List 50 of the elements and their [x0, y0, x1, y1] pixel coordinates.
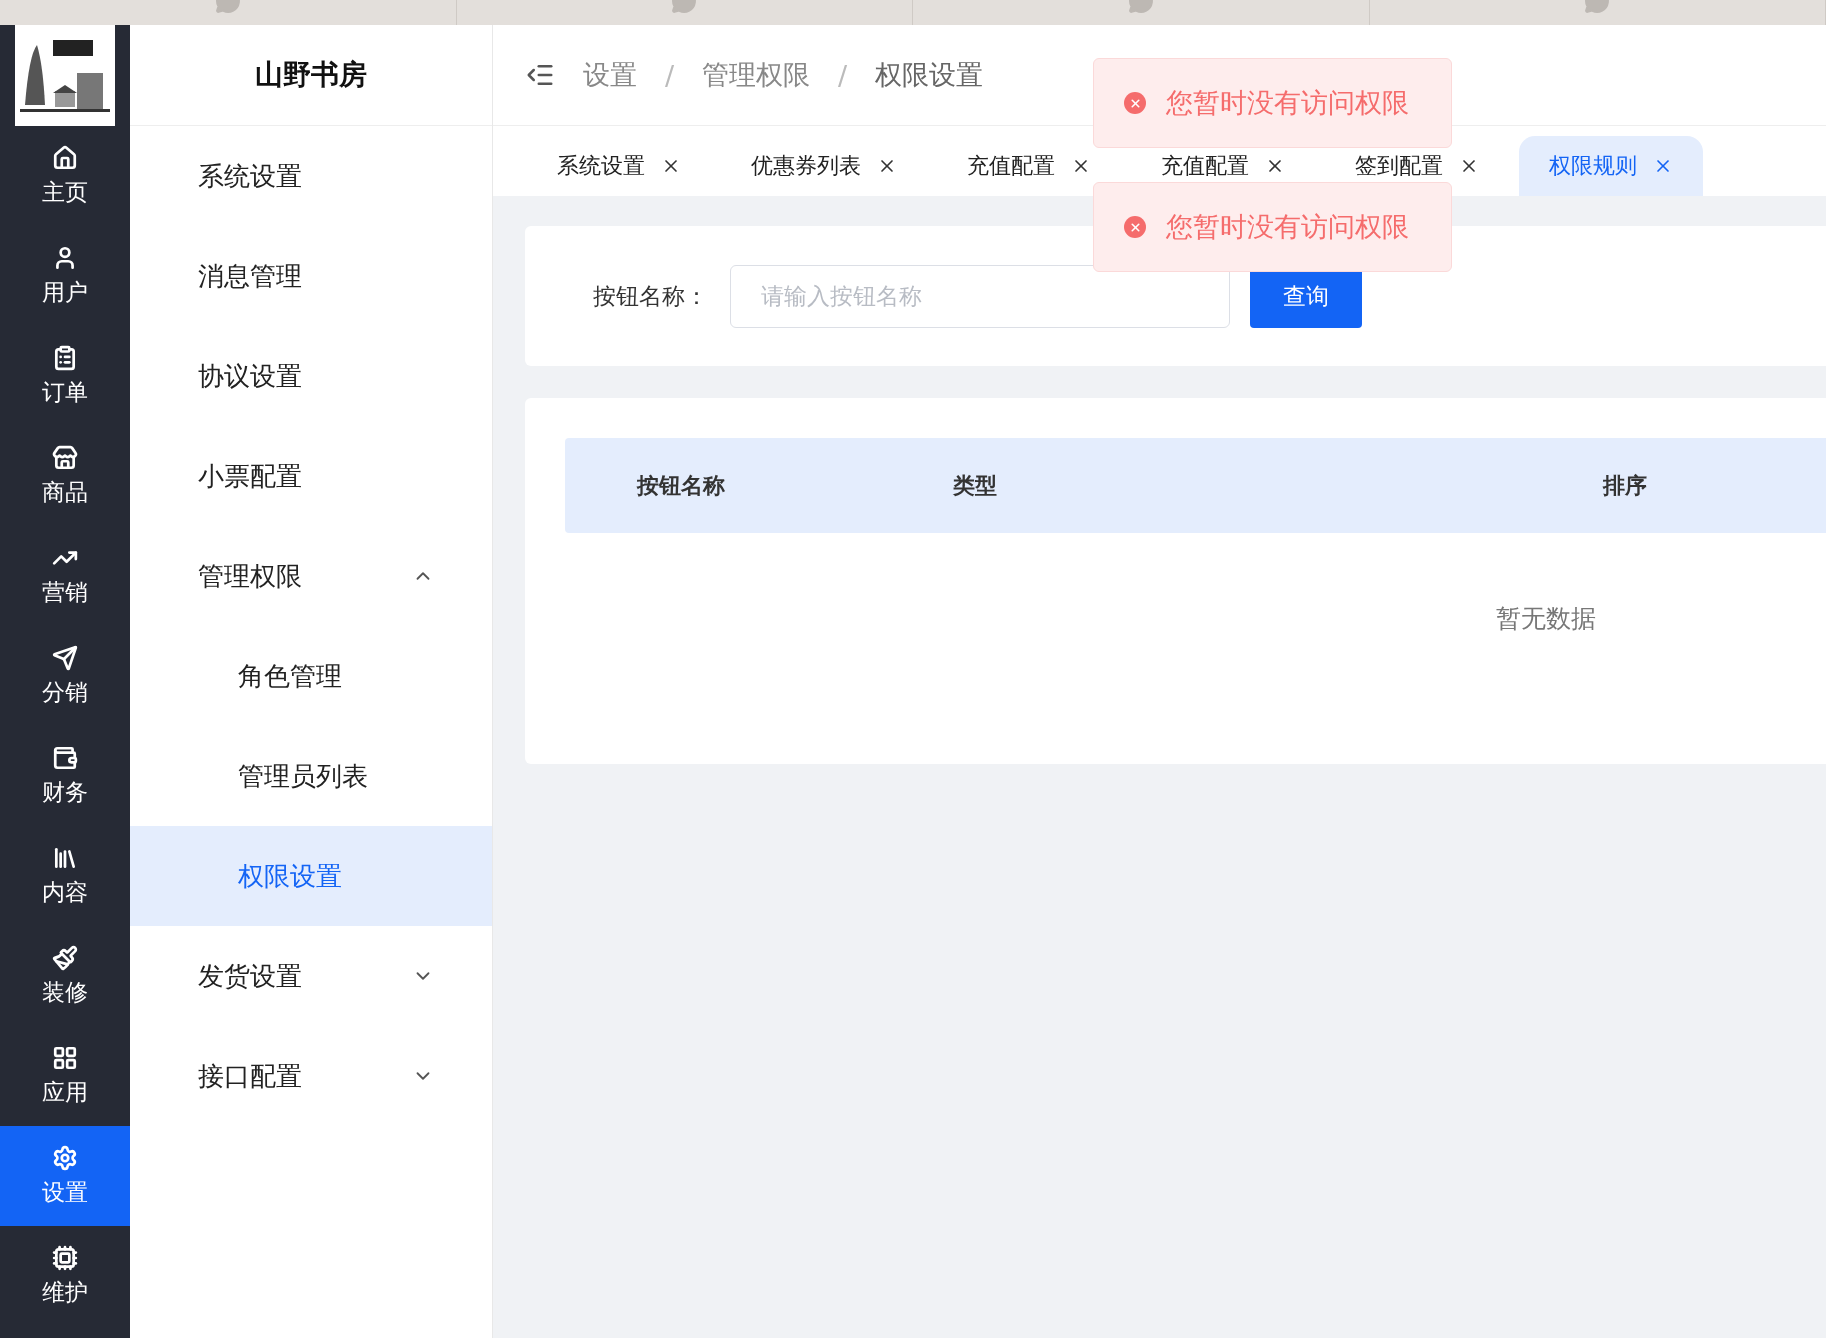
- brush-icon: [52, 944, 78, 971]
- menu-item[interactable]: 小票配置: [130, 426, 492, 526]
- chip-icon: [52, 1244, 78, 1271]
- empty-message: 暂无数据: [1495, 603, 1596, 635]
- nav-item[interactable]: 内容: [0, 826, 130, 926]
- nav-item[interactable]: 财务: [0, 726, 130, 826]
- search-field[interactable]: 请输入按钮名称: [730, 264, 1230, 328]
- menu-item[interactable]: 接口配置: [130, 1026, 492, 1126]
- tab[interactable]: 优惠券列表: [721, 136, 927, 196]
- nav-item[interactable]: 主页: [0, 126, 130, 226]
- nav-item[interactable]: 订单: [0, 326, 130, 426]
- error-icon: [1124, 216, 1146, 238]
- field-label: 按钮名称：: [593, 281, 708, 311]
- breadcrumb-item[interactable]: 管理权限: [702, 57, 811, 93]
- home-icon: [52, 144, 78, 171]
- nav-item[interactable]: 用户: [0, 226, 130, 326]
- menu-item[interactable]: 管理权限: [130, 526, 492, 626]
- menu-item[interactable]: 系统设置: [130, 126, 492, 226]
- column-header: 类型: [953, 471, 998, 500]
- tab[interactable]: 系统设置: [527, 136, 711, 196]
- wallet-icon: [52, 744, 78, 771]
- nav-item[interactable]: 营销: [0, 526, 130, 626]
- brand-title: 山野书房: [130, 25, 492, 126]
- menu-item[interactable]: 协议设置: [130, 326, 492, 426]
- breadcrumb-separator: /: [838, 59, 848, 91]
- column-header: 排序: [1603, 471, 1648, 500]
- menu-item[interactable]: 发货设置: [130, 926, 492, 1026]
- submenu-item[interactable]: 角色管理: [130, 626, 492, 726]
- clipboard-icon: [52, 344, 78, 371]
- nav-item[interactable]: 分销: [0, 626, 130, 726]
- column-header: 按钮名称: [637, 471, 726, 500]
- submenu-item[interactable]: 权限设置: [130, 826, 492, 926]
- grid-icon: [52, 1044, 78, 1071]
- nav-item[interactable]: 商品: [0, 426, 130, 526]
- error-toast: 您暂时没有访问权限: [1093, 182, 1452, 272]
- menu-item[interactable]: 消息管理: [130, 226, 492, 326]
- nav-item[interactable]: 装修: [0, 926, 130, 1026]
- error-icon: [1124, 92, 1146, 114]
- nav-item[interactable]: 应用: [0, 1026, 130, 1126]
- nav-item[interactable]: 设置: [0, 1126, 130, 1226]
- nav-item[interactable]: 维护: [0, 1226, 130, 1326]
- settings-icon: [52, 1144, 78, 1171]
- send-icon: [52, 644, 78, 671]
- breadcrumb-item[interactable]: 权限设置: [875, 57, 984, 93]
- tab[interactable]: 权限规则: [1519, 136, 1703, 196]
- breadcrumb-item[interactable]: 设置: [583, 57, 637, 93]
- breadcrumb-separator: /: [665, 59, 675, 91]
- error-toast: 您暂时没有访问权限: [1093, 58, 1452, 148]
- submenu-item[interactable]: 管理员列表: [130, 726, 492, 826]
- store-icon: [52, 444, 78, 471]
